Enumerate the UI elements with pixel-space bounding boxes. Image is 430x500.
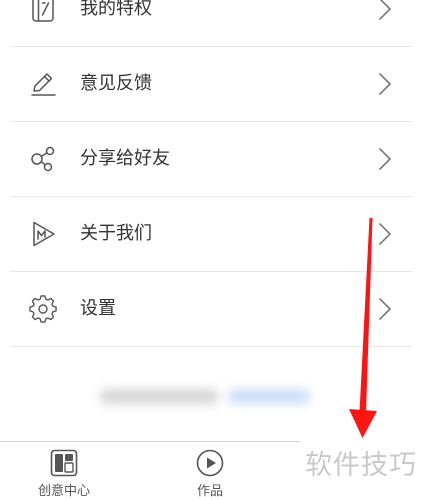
chevron-right-icon [378,72,392,96]
menu-list: 我的特权 意见反馈 分享给好友 关于我们 设置 [10,0,412,347]
play-circle-icon [195,448,225,478]
menu-item-privileges[interactable]: 我的特权 [10,0,412,47]
watermark-text: 软件技巧 [305,450,417,481]
chevron-right-icon [378,222,392,246]
app-logo-icon [28,219,58,249]
menu-item-label: 分享给好友 [80,148,170,169]
menu-item-label: 设置 [80,298,116,319]
menu-item-feedback[interactable]: 意见反馈 [10,47,412,122]
gear-icon [28,294,58,324]
edit-pencil-icon [28,69,58,99]
bottom-tab-bar: 创意中心 作品 [0,441,300,500]
blurred-footer-text [100,389,218,404]
menu-item-label: 意见反馈 [80,73,152,94]
grid-layout-icon [49,448,79,478]
menu-item-label: 我的特权 [80,0,152,19]
tab-label: 作品 [196,484,223,499]
menu-item-share[interactable]: 分享给好友 [10,122,412,197]
chevron-right-icon [378,0,392,21]
tab-works[interactable]: 作品 [160,442,260,500]
menu-item-settings[interactable]: 设置 [10,272,412,347]
menu-item-about-us[interactable]: 关于我们 [10,197,412,272]
settings-screen: 我的特权 意见反馈 分享给好友 关于我们 设置 创意中心 作品 软件技巧 [0,0,430,500]
tab-label: 创意中心 [37,484,90,499]
share-icon [28,144,58,174]
chevron-right-icon [378,297,392,321]
menu-item-label: 关于我们 [80,223,152,244]
chevron-right-icon [378,147,392,171]
blurred-footer-link [228,389,310,404]
privilege-card-icon [28,0,58,24]
tab-creative-center[interactable]: 创意中心 [14,442,114,500]
